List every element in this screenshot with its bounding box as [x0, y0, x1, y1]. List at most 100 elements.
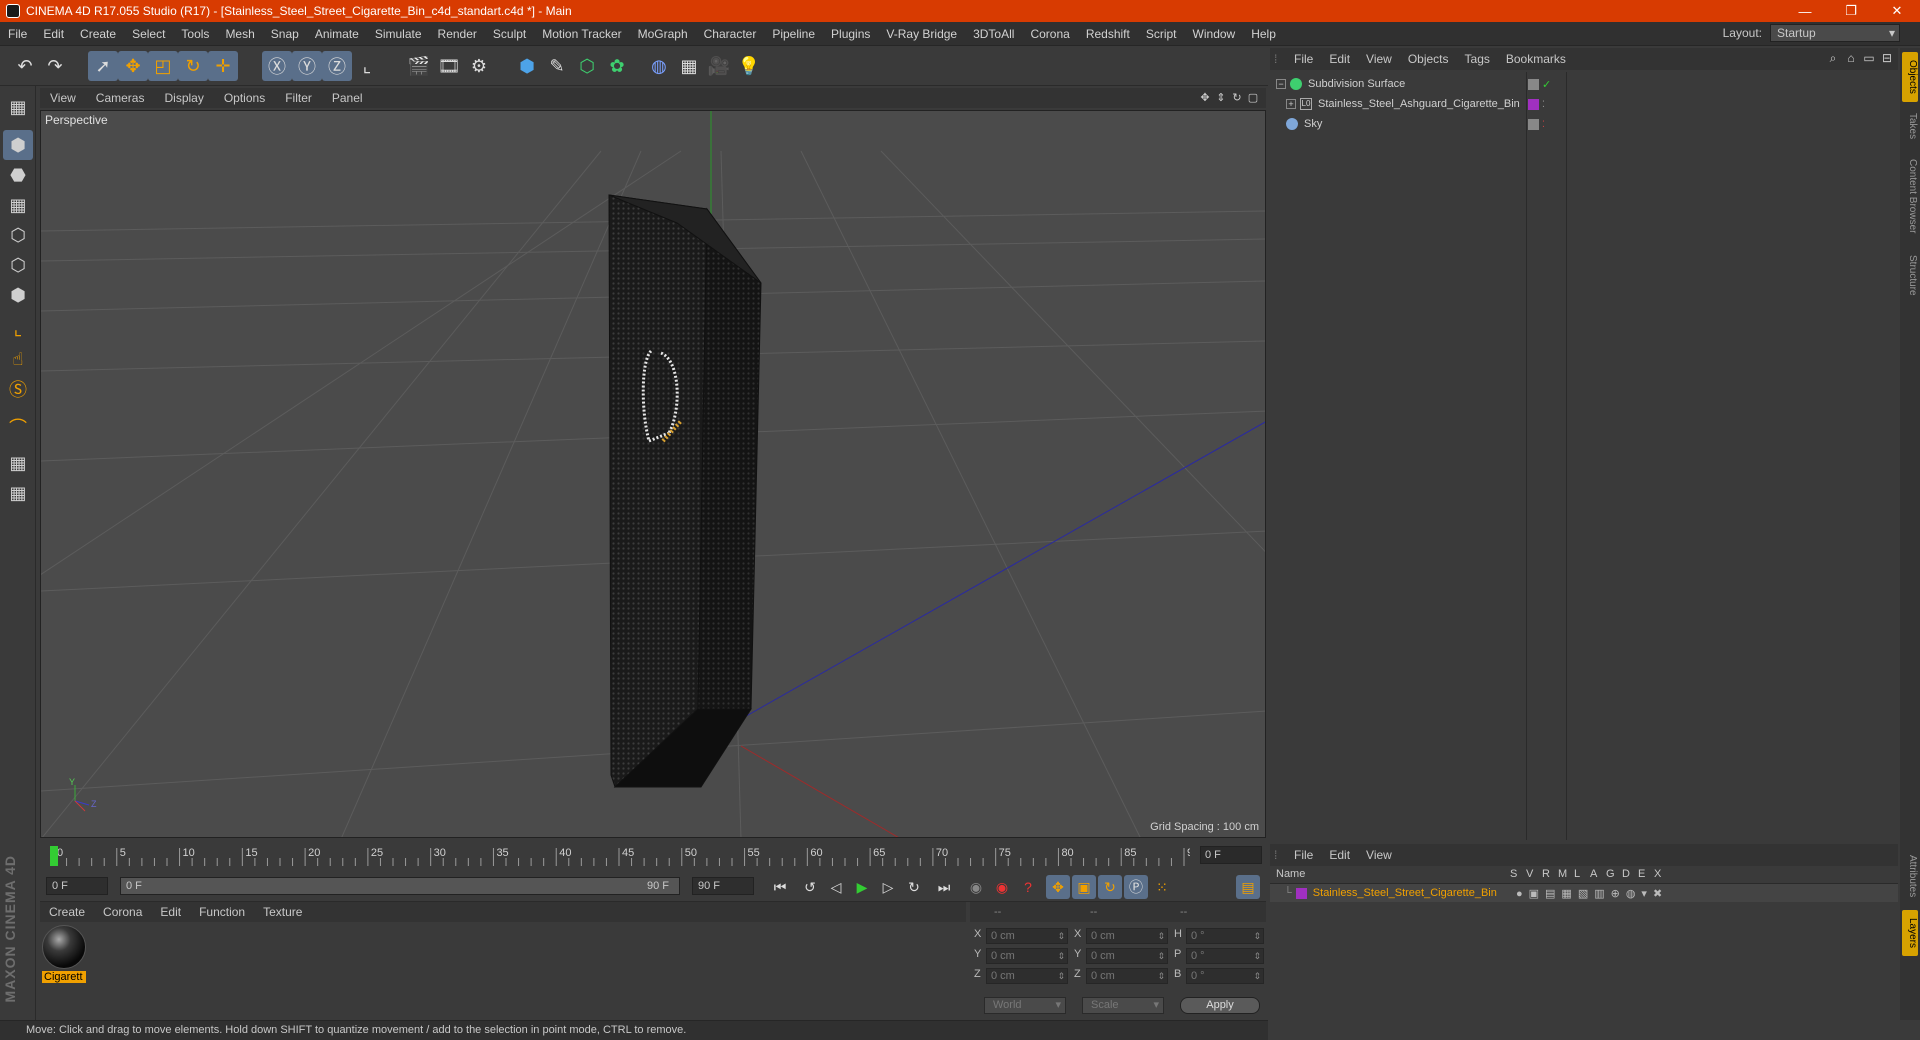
move-view-icon[interactable]: ✥: [1198, 90, 1212, 104]
array-icon[interactable]: ✿: [602, 51, 632, 81]
menu-redshift[interactable]: Redshift: [1078, 27, 1138, 41]
material-name[interactable]: Cigarett: [42, 971, 86, 983]
go-to-end-button[interactable]: ⏭: [932, 875, 956, 899]
timeline-ruler[interactable]: 051015202530354045505560657075808590: [48, 844, 1190, 868]
layer-color-swatch[interactable]: [1295, 887, 1307, 899]
edge-mode-icon[interactable]: ⬡: [3, 250, 33, 280]
camera-icon[interactable]: 🎥: [704, 51, 734, 81]
workplane-lock-icon[interactable]: ▦: [3, 448, 33, 478]
object-row-bin[interactable]: + L0 Stainless_Steel_Ashguard_Cigarette_…: [1270, 94, 1898, 114]
transform-mode-select[interactable]: Scale: [1082, 997, 1164, 1014]
restore-button[interactable]: ❐: [1828, 0, 1874, 22]
object-menu-tags[interactable]: Tags: [1457, 52, 1498, 66]
timeline[interactable]: 051015202530354045505560657075808590 0 F: [40, 840, 1266, 872]
menu-file[interactable]: File: [0, 27, 35, 41]
menu-motion-tracker[interactable]: Motion Tracker: [534, 27, 629, 41]
position-z-field[interactable]: 0 cm: [986, 968, 1068, 984]
object-name[interactable]: Stainless_Steel_Ashguard_Cigarette_Bin: [1318, 98, 1520, 110]
search-icon[interactable]: ⌕: [1826, 51, 1840, 65]
visibility-dots-icon[interactable]: ⁚: [1542, 119, 1545, 130]
point-mode-icon[interactable]: ⬡: [3, 220, 33, 250]
object-name[interactable]: Subdivision Surface: [1308, 78, 1405, 90]
model-mode-icon[interactable]: ⬢: [3, 130, 33, 160]
magnet-icon[interactable]: ⌒: [3, 412, 33, 442]
edit-render-settings-icon[interactable]: ⚙: [464, 51, 494, 81]
collapse-toggle[interactable]: −: [1276, 79, 1286, 89]
layer-column-r[interactable]: R: [1542, 868, 1550, 880]
tweak-mode-icon[interactable]: ☝: [3, 344, 33, 374]
apply-button[interactable]: Apply: [1180, 997, 1260, 1014]
redo-icon[interactable]: ↷: [40, 51, 70, 81]
key-rotation-icon[interactable]: ↻: [1098, 875, 1122, 899]
render-view-icon[interactable]: 🎬: [404, 51, 434, 81]
menu-animate[interactable]: Animate: [307, 27, 367, 41]
render-picture-viewer-icon[interactable]: 🎞: [434, 51, 464, 81]
menu-mograph[interactable]: MoGraph: [630, 27, 696, 41]
menu-mesh[interactable]: Mesh: [217, 27, 262, 41]
subdivision-icon[interactable]: ⬡: [572, 51, 602, 81]
rotate-view-icon[interactable]: ↻: [1230, 90, 1244, 104]
expand-toggle[interactable]: +: [1286, 99, 1296, 109]
menu-pipeline[interactable]: Pipeline: [764, 27, 823, 41]
cigarette-bin-model[interactable]: [608, 194, 762, 788]
layer-column-d[interactable]: D: [1622, 868, 1630, 880]
preview-range-slider[interactable]: 0 F 90 F: [120, 877, 680, 895]
position-y-field[interactable]: 0 cm: [986, 948, 1068, 964]
live-selection-icon[interactable]: ➚: [88, 51, 118, 81]
coordinate-system-icon[interactable]: ⌞: [352, 51, 382, 81]
layout-select[interactable]: Startup: [1770, 24, 1900, 42]
menu-corona[interactable]: Corona: [1022, 27, 1077, 41]
rotation-p-field[interactable]: 0 °: [1186, 948, 1264, 964]
layer-column-name[interactable]: Name: [1276, 868, 1305, 880]
layer-column-e[interactable]: E: [1638, 868, 1645, 880]
dolly-view-icon[interactable]: ⇕: [1214, 90, 1228, 104]
home-icon[interactable]: ⌂: [1844, 51, 1858, 65]
material-menu-function[interactable]: Function: [190, 905, 254, 919]
next-frame-button[interactable]: ▷: [876, 875, 900, 899]
timeline-window-icon[interactable]: ▤: [1236, 875, 1260, 899]
size-x-field[interactable]: 0 cm: [1086, 928, 1168, 944]
material-menu-corona[interactable]: Corona: [94, 905, 151, 919]
menu-sculpt[interactable]: Sculpt: [485, 27, 534, 41]
keyframe-selection-icon[interactable]: ?: [1016, 875, 1040, 899]
layer-row[interactable]: └ Stainless_Steel_Street_Cigarette_Bin ●…: [1270, 884, 1898, 902]
size-z-field[interactable]: 0 cm: [1086, 968, 1168, 984]
menu-window[interactable]: Window: [1185, 27, 1244, 41]
tab-content-browser[interactable]: Content Browser: [1902, 148, 1918, 244]
viewport-menu-display[interactable]: Display: [154, 91, 213, 105]
tab-structure[interactable]: Structure: [1902, 246, 1918, 304]
menu-render[interactable]: Render: [430, 27, 485, 41]
object-menu-file[interactable]: File: [1286, 52, 1321, 66]
object-menu-edit[interactable]: Edit: [1321, 52, 1358, 66]
object-row-subdivision[interactable]: − Subdivision Surface ✓: [1270, 74, 1898, 94]
rotation-b-field[interactable]: 0 °: [1186, 968, 1264, 984]
enabled-check-icon[interactable]: ✓: [1542, 78, 1551, 91]
polygon-mode-icon[interactable]: ⬢: [3, 280, 33, 310]
workplane-mode-icon[interactable]: ▦: [3, 190, 33, 220]
object-menu-view[interactable]: View: [1358, 52, 1400, 66]
position-x-field[interactable]: 0 cm: [986, 928, 1068, 944]
menu-v-ray-bridge[interactable]: V-Ray Bridge: [878, 27, 965, 41]
rotate-icon[interactable]: ↻: [178, 51, 208, 81]
layer-color-swatch[interactable]: [1528, 78, 1539, 90]
layer-column-s[interactable]: S: [1510, 868, 1517, 880]
snap-icon[interactable]: Ⓢ: [3, 374, 33, 404]
tab-takes[interactable]: Takes: [1902, 106, 1918, 146]
layer-menu-edit[interactable]: Edit: [1321, 848, 1358, 862]
y-axis-icon[interactable]: Ⓨ: [292, 51, 322, 81]
tab-attributes[interactable]: Attributes: [1902, 844, 1918, 908]
z-axis-icon[interactable]: Ⓩ: [322, 51, 352, 81]
menu-help[interactable]: Help: [1243, 27, 1284, 41]
previous-key-button[interactable]: ↺: [798, 875, 822, 899]
end-frame-field[interactable]: 90 F: [692, 877, 754, 895]
floor-icon[interactable]: ▦: [674, 51, 704, 81]
layer-column-g[interactable]: G: [1606, 868, 1615, 880]
deformer-icon[interactable]: ◍: [644, 51, 674, 81]
object-menu-objects[interactable]: Objects: [1400, 52, 1457, 66]
key-pla-icon[interactable]: ⁙: [1150, 875, 1174, 899]
current-frame-field[interactable]: 0 F: [1200, 846, 1262, 864]
menu-script[interactable]: Script: [1138, 27, 1185, 41]
new-view-icon[interactable]: ▭: [1862, 51, 1876, 65]
axis-mode-icon[interactable]: ⌞: [3, 314, 33, 344]
viewport-menu-panel[interactable]: Panel: [322, 91, 373, 105]
